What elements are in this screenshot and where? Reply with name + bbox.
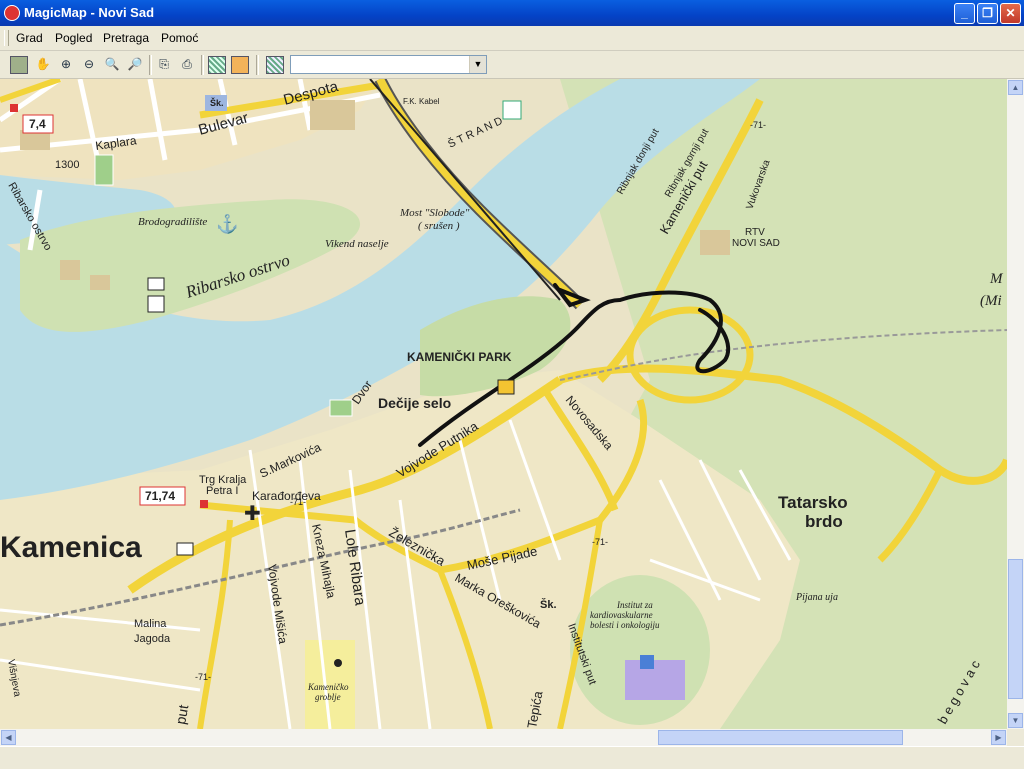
badge-7-4-label: 7,4 — [29, 117, 46, 131]
grid-icon[interactable] — [208, 56, 226, 74]
label-pijana-uja: Pijana uja — [795, 592, 838, 603]
label-malina: Malina — [134, 618, 167, 630]
search-combobox[interactable]: ▼ — [290, 55, 487, 74]
chevron-down-icon[interactable]: ▼ — [469, 56, 486, 73]
scroll-left-icon[interactable]: ◀ — [1, 730, 16, 745]
badge-marker — [10, 104, 18, 112]
zoom-out-icon[interactable]: 🔎 — [126, 56, 144, 74]
vertical-scrollbar[interactable]: ▲ ▼ — [1007, 79, 1024, 729]
label-m: M — [989, 271, 1004, 287]
minimize-button[interactable]: _ — [954, 3, 975, 24]
label-put: put — [172, 703, 191, 725]
hatch-icon[interactable] — [266, 56, 284, 74]
label-institut-1: Institut za — [616, 600, 653, 610]
copy-icon[interactable]: ⎘ — [155, 56, 173, 74]
app-icon — [4, 5, 20, 21]
label-rtv: RTV — [745, 227, 765, 238]
label-mi: (Mi — [980, 293, 1002, 309]
label-srusen: ( srušen ) — [418, 220, 460, 232]
car-icon-2 — [176, 542, 194, 556]
label-fk-kabel: F.K. Kabel — [403, 97, 440, 106]
maximize-button[interactable]: ❐ — [977, 3, 998, 24]
toolbar-separator — [149, 55, 152, 75]
swimming-icon — [502, 100, 522, 120]
zoom-in-icon[interactable]: 🔍 — [103, 56, 121, 74]
scroll-up-icon[interactable]: ▲ — [1008, 80, 1023, 95]
menu-grip — [4, 30, 9, 46]
label-1300: 1300 — [55, 159, 79, 171]
map-view[interactable]: 7,4 71,74 -71- -71- -71- -71- ⚓ ✚ Kameni… — [0, 79, 1007, 729]
menu-pogled[interactable]: Pogled — [55, 31, 92, 45]
label-sk-1: Šk. — [540, 598, 557, 611]
badge-marker-2 — [200, 500, 208, 508]
label-petra-i: Petra I — [206, 485, 238, 497]
print-icon[interactable]: ⎙ — [178, 56, 196, 74]
label-brodogradiliste: Brodogradilište — [138, 216, 207, 228]
label-rtv-novi-sad: NOVI SAD — [732, 238, 780, 249]
badge-71-74-label: 71,74 — [145, 489, 175, 503]
scroll-right-icon[interactable]: ▶ — [991, 730, 1006, 745]
zoom-in-circle-icon[interactable]: ⊕ — [57, 56, 75, 74]
menu-grad[interactable]: Grad — [16, 31, 43, 45]
title-bar: MagicMap - Novi Sad _ ❐ ✕ — [0, 0, 1024, 26]
bus-stop-icon — [497, 379, 515, 395]
institute-grounds — [570, 575, 710, 725]
label-vikend-naselje: Vikend naselje — [325, 238, 389, 250]
church-cross-icon: ✚ — [244, 503, 261, 525]
horizontal-scrollbar[interactable]: ◀ ▶ — [0, 729, 1007, 746]
zoom-out-circle-icon[interactable]: ⊖ — [80, 56, 98, 74]
menu-pretraga[interactable]: Pretraga — [103, 31, 149, 45]
status-bar — [0, 746, 1024, 769]
route-number: -71- — [195, 672, 211, 682]
hand-pan-icon[interactable]: ✋ — [34, 56, 52, 74]
toolbar-separator — [256, 55, 259, 75]
car-icon — [147, 277, 165, 291]
label-decije-selo: Dečije selo — [378, 395, 451, 411]
label-karadjordjeva: Karađorđeva — [252, 489, 321, 503]
hospital-icon — [640, 655, 654, 669]
toolbar-separator — [201, 55, 204, 75]
label-jagoda: Jagoda — [134, 633, 171, 645]
scroll-corner — [1007, 729, 1024, 746]
football-field-2 — [329, 399, 353, 417]
label-institut-2: kardiovaskularne — [590, 610, 653, 620]
label-institut-3: bolesti i onkologiju — [590, 620, 660, 630]
vertical-scroll-thumb[interactable] — [1008, 559, 1023, 699]
toolbar: ✋ ⊕ ⊖ 🔍 🔎 ⎘ ⎙ — [0, 51, 1024, 79]
label-tatarsko: Tatarsko — [778, 493, 848, 512]
window-title: MagicMap - Novi Sad — [24, 5, 155, 20]
anchor-icon: ⚓ — [216, 213, 238, 234]
label-most-slobode: Most "Slobode" — [399, 207, 470, 219]
route-number: -71- — [592, 537, 608, 547]
horizontal-scroll-thumb[interactable] — [658, 730, 903, 745]
map-color-icon[interactable] — [231, 56, 249, 74]
close-button[interactable]: ✕ — [1000, 3, 1021, 24]
label-kamenica: Kamenica — [0, 531, 142, 564]
label-kamenicko: Kameničko — [307, 682, 349, 692]
menu-pomoc[interactable]: Pomoć — [161, 31, 198, 45]
institute-building — [625, 660, 685, 700]
menu-bar: Grad Pogled Pretraga Pomoć — [0, 26, 1024, 51]
label-groblje: groblje — [315, 692, 341, 702]
layer-icon[interactable] — [10, 56, 28, 74]
label-brdo: brdo — [805, 512, 843, 531]
route-number: -71- — [750, 120, 766, 130]
label-kamenicki-park: KAMENIČKI PARK — [407, 349, 512, 364]
cemetery-dot-icon — [334, 659, 342, 667]
label-sk-2: Šk. — [210, 97, 224, 108]
football-field — [94, 154, 114, 186]
scroll-down-icon[interactable]: ▼ — [1008, 713, 1023, 728]
house-icon — [147, 295, 165, 313]
